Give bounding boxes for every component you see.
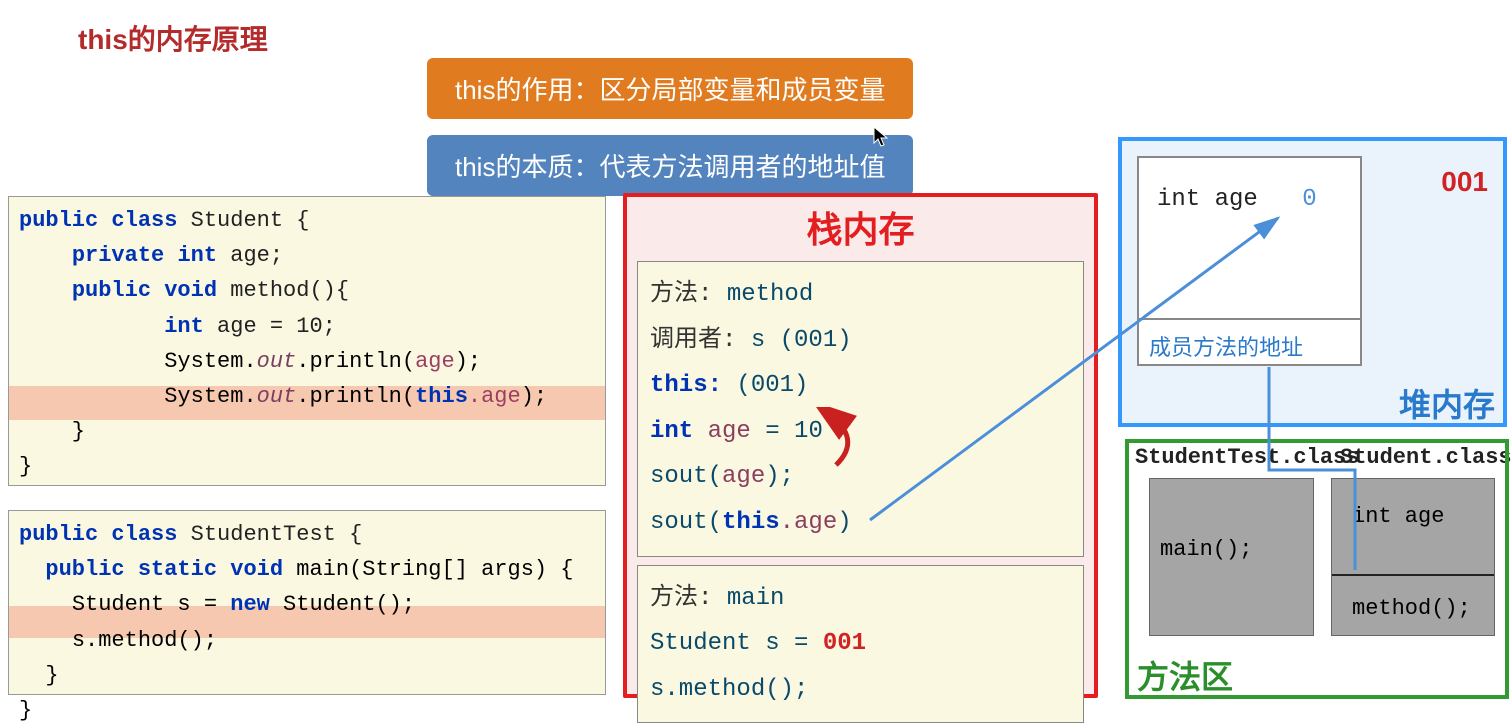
code-student-content: public class Student { private int age; … (19, 203, 595, 485)
main-title: this的内存原理 (78, 18, 268, 58)
stack-title: 栈内存 (627, 201, 1094, 253)
stack-memory: 栈内存 方法: method 调用者: s (001) this: (001) … (623, 193, 1098, 698)
class-box-test: main(); (1149, 478, 1314, 636)
method-area-title: 方法区 (1137, 652, 1233, 698)
code-student: public class Student { private int age; … (8, 196, 606, 486)
heap-address: 001 (1441, 166, 1488, 198)
heap-object: int age 0 成员方法的地址 (1137, 156, 1362, 366)
code-studenttest: public class StudentTest { public static… (8, 510, 606, 695)
method-area: main(); int age method(); 方法区 (1125, 439, 1509, 699)
heap-method-addr: 成员方法的地址 (1139, 318, 1360, 368)
cursor-icon (872, 125, 890, 154)
heap-memory: 001 int age 0 成员方法的地址 堆内存 (1118, 137, 1507, 427)
heap-field-name: int age (1157, 186, 1258, 213)
curved-arrow-icon (808, 407, 868, 477)
stack-frame-method: 方法: method 调用者: s (001) this: (001) int … (637, 261, 1084, 557)
code-studenttest-content: public class StudentTest { public static… (19, 517, 595, 728)
heap-title: 堆内存 (1399, 380, 1495, 426)
banner-purpose: this的作用：区分局部变量和成员变量 (427, 58, 913, 119)
heap-field-value: 0 (1302, 186, 1316, 213)
class-box-student: int age method(); (1331, 478, 1495, 636)
banner-essence: this的本质：代表方法调用者的地址值 (427, 135, 913, 196)
